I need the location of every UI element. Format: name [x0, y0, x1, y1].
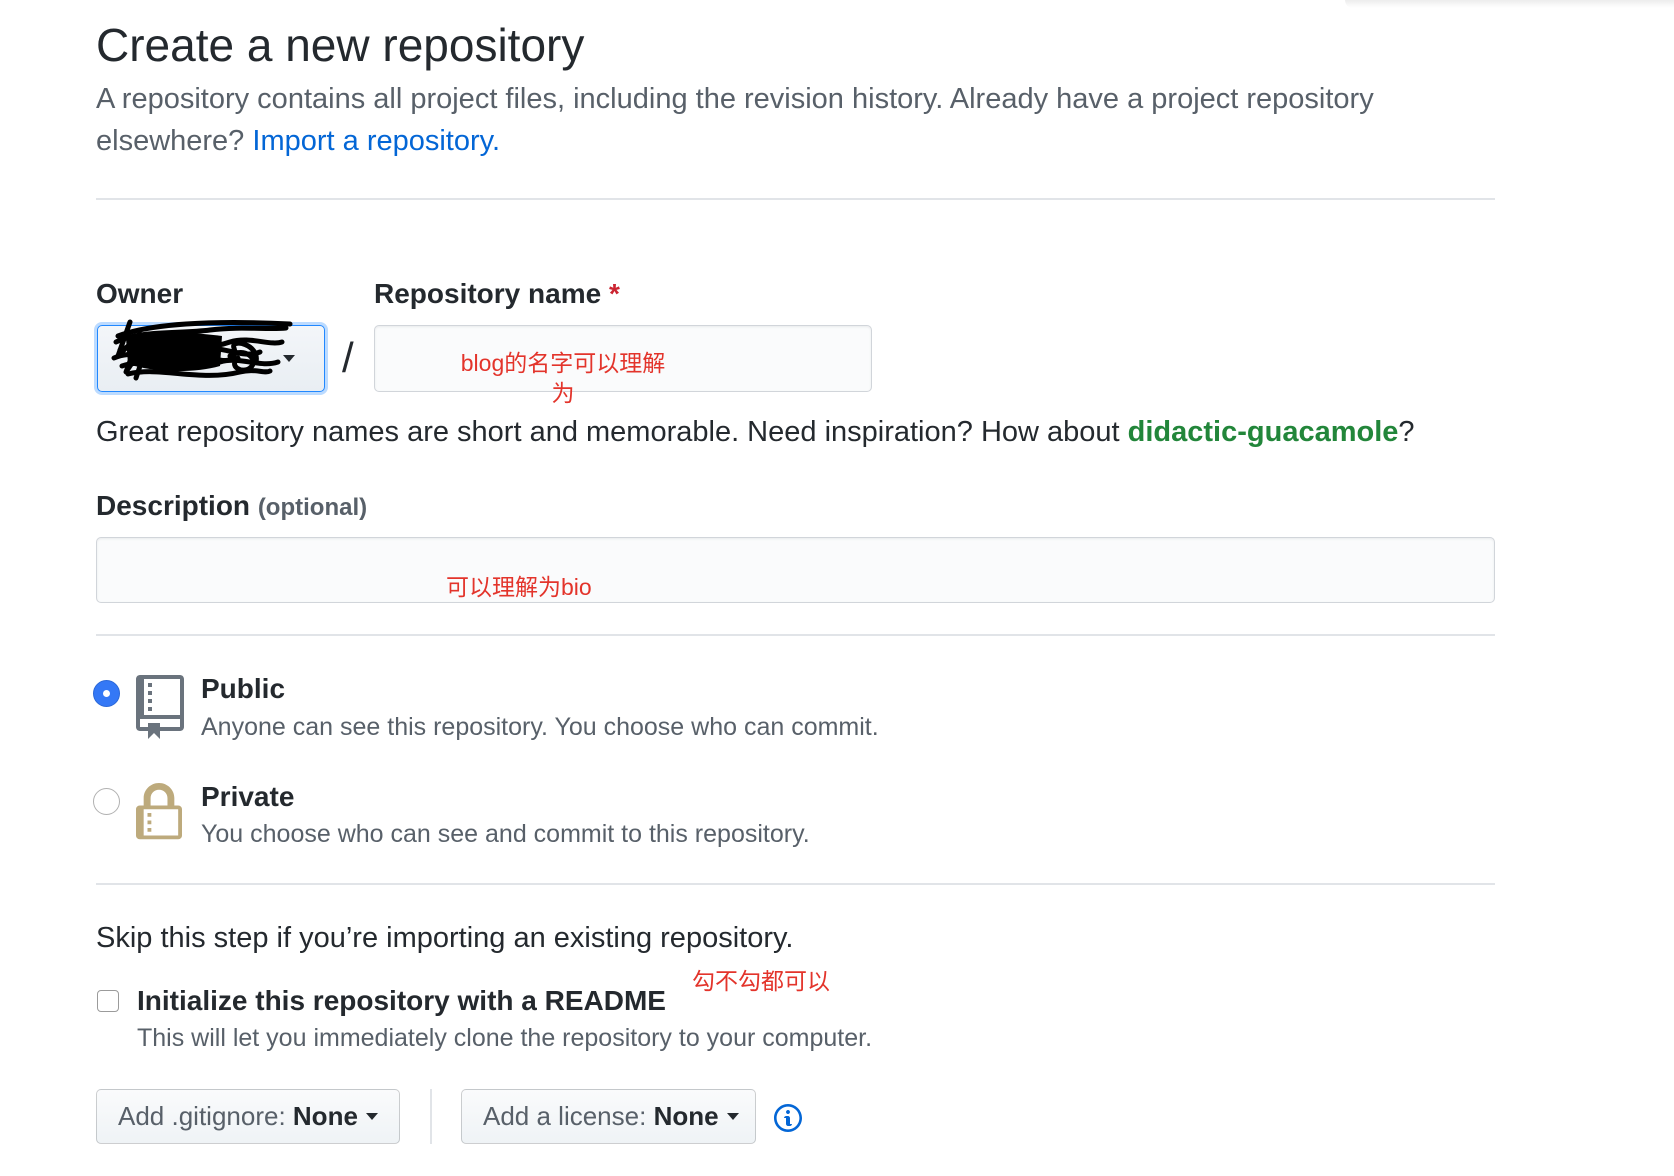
- name-hint: Great repository names are short and mem…: [96, 412, 1415, 452]
- name-suggestion-link[interactable]: didactic-guacamole: [1128, 416, 1399, 448]
- visibility-public-label: Public: [201, 673, 286, 704]
- annotation-line: 为: [551, 380, 575, 406]
- description-input[interactable]: [96, 537, 1495, 603]
- repository-name-label: Repository name *: [374, 277, 620, 311]
- scribble-redaction-icon: [111, 319, 293, 381]
- page-title: Create a new repository: [96, 19, 585, 71]
- annotation-readme: 勾不勾都可以: [692, 968, 830, 994]
- visibility-option-public[interactable]: Public Anyone can see this repository. Y…: [90, 670, 879, 750]
- description-label-text: Description: [96, 490, 251, 521]
- gitignore-dropdown-button[interactable]: Add .gitignore: None: [96, 1089, 400, 1144]
- repository-name-label-text: Repository name: [374, 278, 602, 309]
- annotation-repo-name: blog的名字可以理解 为: [453, 348, 673, 408]
- visibility-public-note: Anyone can see this repository. You choo…: [201, 713, 879, 741]
- visibility-public-radio[interactable]: [93, 680, 120, 707]
- owner-repo-separator: /: [342, 334, 354, 381]
- import-repository-link[interactable]: Import a repository.: [252, 125, 500, 157]
- gitignore-value: None: [292, 1101, 358, 1131]
- annotation-line: blog的名字可以理解: [460, 350, 666, 376]
- visibility-private-label: Private: [201, 781, 295, 812]
- divider: [96, 883, 1495, 885]
- required-asterisk: *: [608, 278, 620, 309]
- readme-note: This will let you immediately clone the …: [137, 1024, 873, 1052]
- chevron-down-icon: [726, 1112, 739, 1120]
- visibility-option-private[interactable]: Private You choose who can see and commi…: [90, 770, 850, 850]
- chevron-down-icon: [283, 355, 295, 362]
- name-hint-text: Great repository names are short and mem…: [96, 416, 1120, 448]
- lock-icon: [136, 783, 182, 840]
- name-hint-suffix: ?: [1398, 416, 1415, 448]
- button-separator: [430, 1089, 432, 1144]
- license-dropdown-button[interactable]: Add a license: None: [461, 1089, 756, 1144]
- chevron-down-icon: [365, 1112, 378, 1120]
- annotation-description: 可以理解为bio: [446, 574, 592, 600]
- visibility-private-radio[interactable]: [93, 788, 120, 815]
- readme-label: Initialize this repository with a README: [137, 985, 666, 1016]
- page-subtitle: A repository contains all project files,…: [96, 78, 1495, 162]
- divider: [96, 198, 1495, 200]
- visibility-private-note: You choose who can see and commit to thi…: [201, 820, 810, 848]
- owner-label: Owner: [96, 278, 184, 309]
- readme-option[interactable]: Initialize this repository with a README…: [90, 975, 872, 1065]
- overlay-shadow: [1345, 0, 1674, 8]
- divider: [96, 634, 1495, 636]
- license-label: Add a license:: [483, 1101, 647, 1131]
- repo-icon: [136, 675, 184, 739]
- license-value: None: [653, 1101, 719, 1131]
- description-label: Description (optional): [96, 489, 367, 525]
- skip-step-note: Skip this step if you’re importing an ex…: [96, 922, 794, 954]
- info-icon[interactable]: [774, 1102, 802, 1134]
- gitignore-label: Add .gitignore:: [118, 1101, 286, 1131]
- optional-note: (optional): [257, 494, 368, 521]
- readme-checkbox[interactable]: [97, 990, 119, 1012]
